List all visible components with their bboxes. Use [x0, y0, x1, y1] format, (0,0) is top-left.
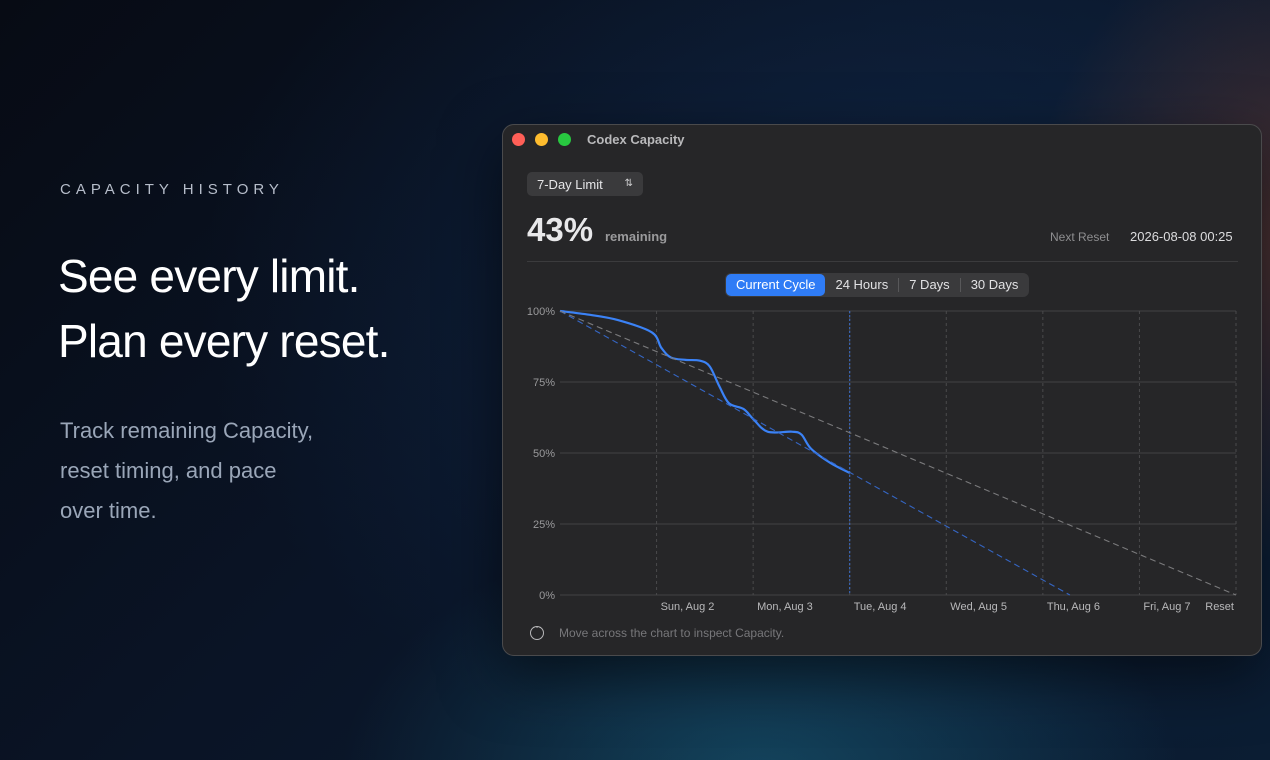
subtext-line-2: reset timing, and pace [60, 458, 277, 483]
subtext-line-3: over time. [60, 498, 157, 523]
app-window: Codex Capacity 7-Day Limit ⇅ 43% remaini… [502, 124, 1262, 656]
y-tick-label: 75% [533, 377, 555, 389]
x-tick-label: Mon, Aug 3 [757, 601, 813, 613]
y-tick-label: 0% [539, 590, 555, 602]
x-tick-label: Sun, Aug 2 [661, 601, 715, 613]
capacity-chart[interactable]: 100% 75% 50% 25% 0% Sun, Aug 2 Mon, Aug 3 Tue, … [503, 125, 1261, 625]
y-tick-label: 50% [533, 448, 555, 460]
x-tick-label: Tue, Aug 4 [854, 601, 907, 613]
chart-hint: Move across the chart to inspect Capacit… [559, 626, 785, 640]
y-tick-label: 25% [533, 519, 555, 531]
subtext-line-1: Track remaining Capacity, [60, 418, 314, 443]
headline-line-1: See every limit. [58, 250, 360, 302]
section-eyebrow: CAPACITY HISTORY [60, 181, 284, 198]
hero-headline: See every limit. Plan every reset. [58, 244, 390, 374]
x-tick-label: Thu, Aug 6 [1047, 601, 1100, 613]
ellipsis-circle-icon [530, 622, 544, 640]
headline-line-2: Plan every reset. [58, 315, 390, 367]
x-tick-label: Wed, Aug 5 [950, 601, 1007, 613]
hero-subtext: Track remaining Capacity, reset timing, … [60, 411, 360, 531]
x-tick-label: Fri, Aug 7 [1143, 601, 1190, 613]
y-tick-label: 100% [527, 306, 555, 318]
x-tick-label: Reset [1205, 601, 1234, 613]
